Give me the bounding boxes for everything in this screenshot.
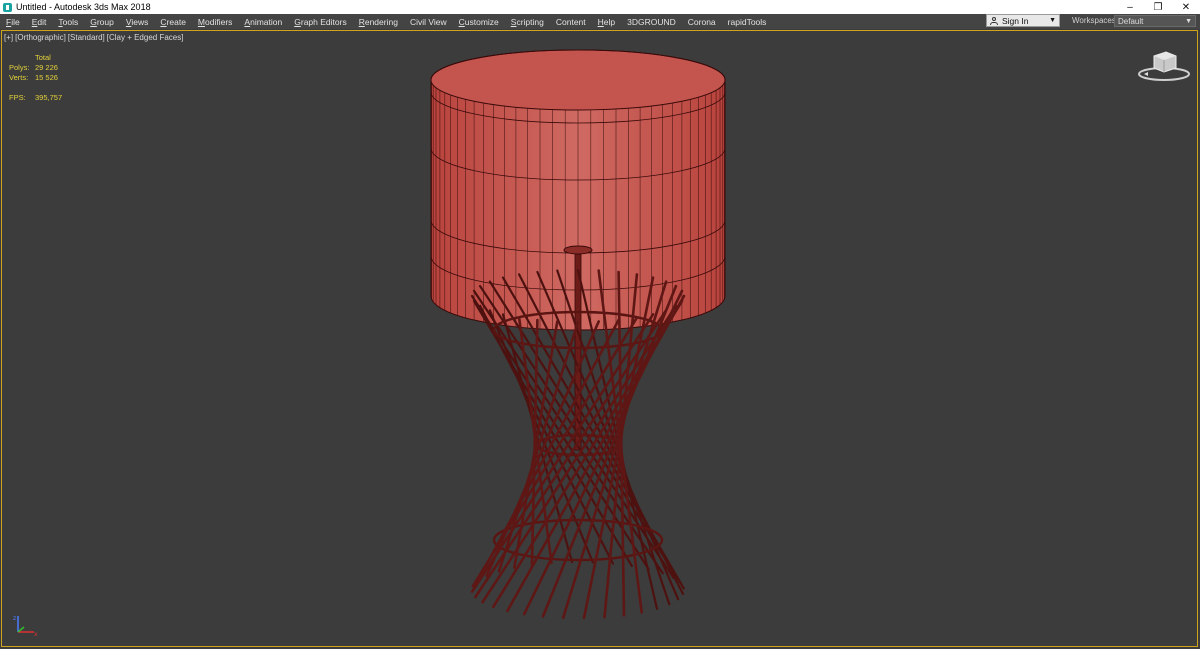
shade-top bbox=[430, 49, 726, 111]
viewport-menu-plus[interactable]: [+] bbox=[4, 33, 13, 42]
viewport-label[interactable]: [+] [Orthographic] [Standard] [Clay + Edged… bbox=[4, 33, 185, 42]
fps-label: FPS: bbox=[9, 93, 26, 102]
stats-total-label: Total bbox=[35, 53, 51, 62]
viewport-shading-label[interactable]: [Clay + Edged Faces] bbox=[107, 33, 184, 42]
axis-tripod-icon: z x bbox=[13, 615, 38, 638]
svg-text:x: x bbox=[34, 631, 38, 638]
viewcube-icon[interactable] bbox=[1136, 48, 1192, 84]
viewport-statistics: Total Polys: 29 226 Verts: 15 526 FPS: 395,… bbox=[9, 53, 62, 103]
viewport-view-label[interactable]: [Orthographic] bbox=[15, 33, 66, 42]
stem-socket bbox=[563, 245, 593, 255]
polys-value: 29 226 bbox=[35, 63, 58, 72]
viewport-standard-label[interactable]: [Standard] bbox=[68, 33, 105, 42]
verts-value: 15 526 bbox=[35, 73, 58, 82]
lamp-model[interactable] bbox=[0, 0, 1200, 649]
fps-value: 395,757 bbox=[35, 93, 63, 102]
svg-text:z: z bbox=[13, 615, 16, 622]
verts-label: Verts: bbox=[9, 73, 29, 82]
polys-label: Polys: bbox=[9, 63, 30, 72]
